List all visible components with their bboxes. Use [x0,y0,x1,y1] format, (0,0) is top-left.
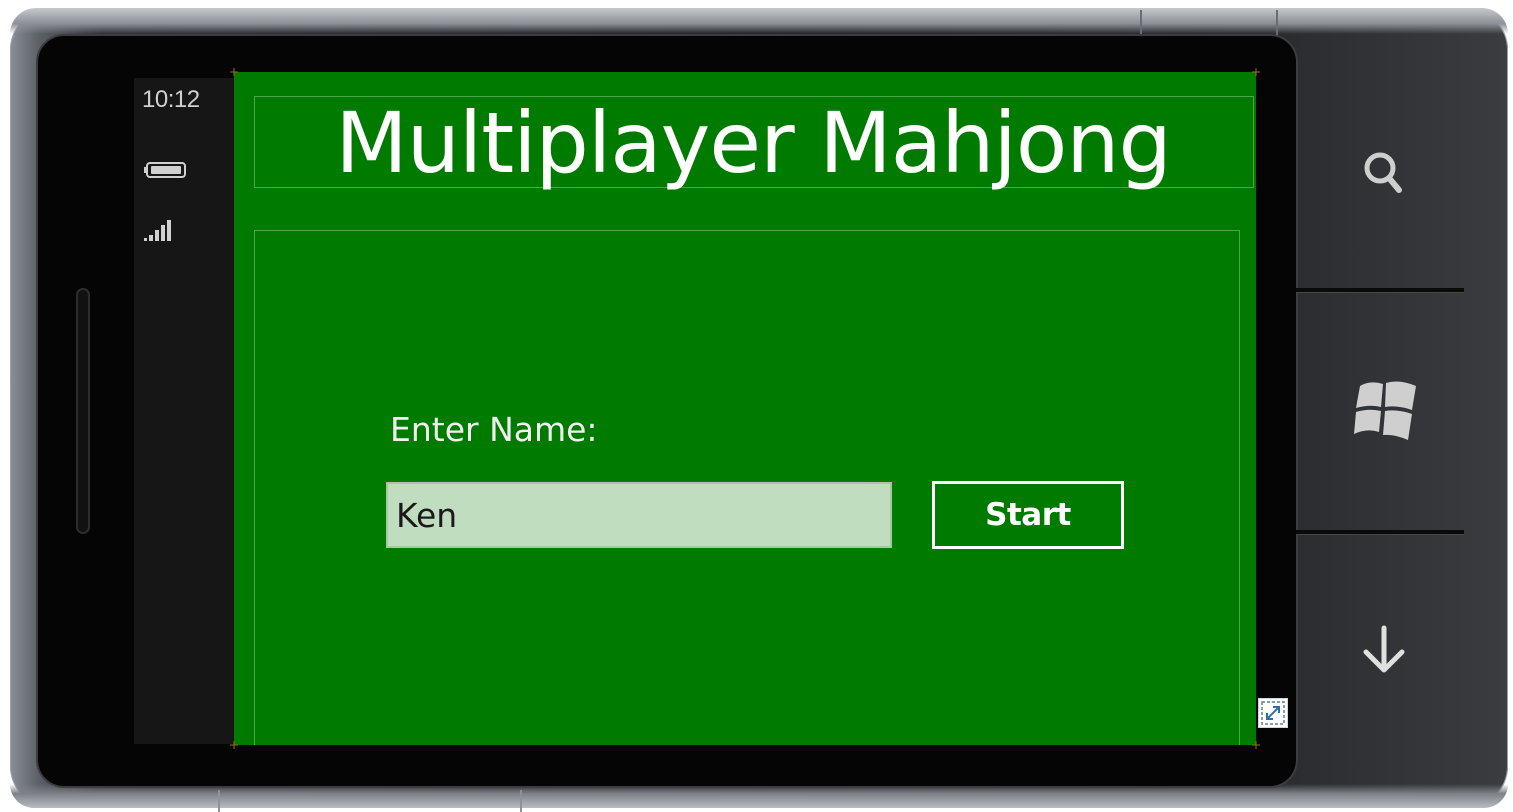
corner-marker [1252,68,1260,76]
side-slot [76,288,90,534]
signal-strength-icon [144,220,171,241]
windows-button[interactable] [1346,370,1426,450]
button-divider [1296,530,1464,534]
name-label: Enter Name: [390,410,598,449]
search-icon [1364,152,1402,193]
status-bar: 10:12 [134,78,234,744]
hardware-buttons [1296,36,1464,786]
back-button[interactable] [1346,610,1426,690]
start-button[interactable]: Start [932,481,1124,549]
status-time: 10:12 [142,86,200,113]
name-input[interactable] [386,482,892,548]
button-divider [1296,288,1464,292]
corner-marker [230,741,238,749]
corner-marker [230,68,238,76]
windows-logo-icon [1354,381,1416,440]
arrow-down-icon [1363,625,1405,673]
app-screen: Multiplayer Mahjong Enter Name: Start [234,72,1256,745]
frame-seam [520,790,522,812]
search-button[interactable] [1346,134,1426,214]
fit-to-screen-icon[interactable] [1258,698,1288,728]
frame-seam [1276,10,1278,36]
frame-seam [218,790,220,812]
frame-seam [1140,10,1142,36]
page-title: Multiplayer Mahjong [335,94,1172,192]
corner-marker [1252,741,1260,749]
battery-icon [144,162,186,178]
